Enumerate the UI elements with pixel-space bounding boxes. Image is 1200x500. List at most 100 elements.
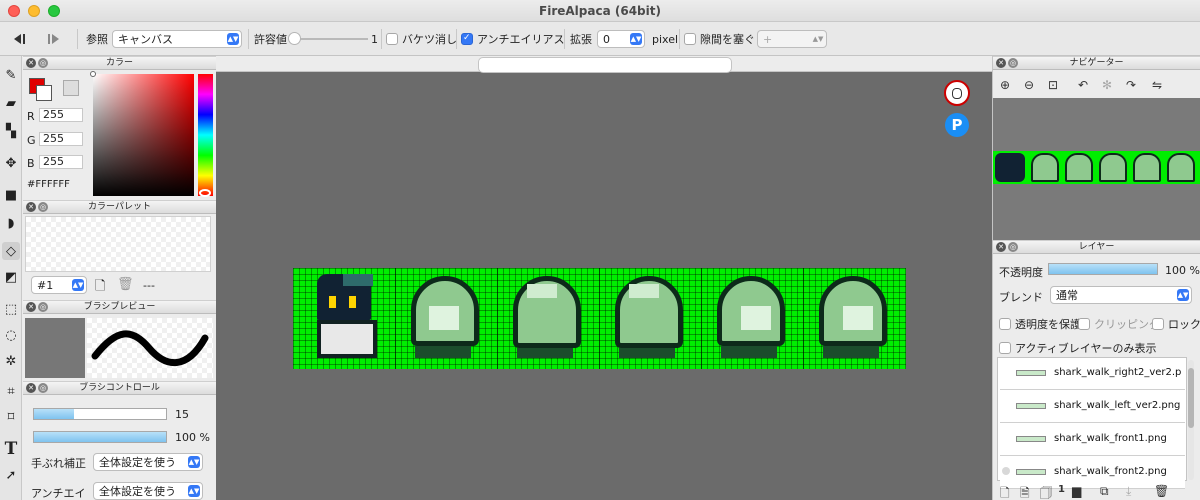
tolerance-slider-knob[interactable] bbox=[288, 32, 301, 45]
pixiv-icon[interactable]: P bbox=[945, 113, 969, 137]
antialias-toggle[interactable]: アンチエイリアス bbox=[461, 22, 565, 56]
rectangle-tool-icon[interactable]: ■ bbox=[2, 186, 20, 204]
navigator-preview[interactable] bbox=[993, 98, 1200, 240]
add-icon[interactable]: 1 bbox=[1058, 484, 1065, 495]
zoom-out-icon[interactable]: ⊖ bbox=[1024, 78, 1034, 92]
lock-checkbox[interactable] bbox=[1152, 318, 1164, 330]
g-input[interactable]: 255 bbox=[39, 132, 83, 146]
bucket-erase-checkbox[interactable] bbox=[386, 33, 398, 45]
dot-tool-icon[interactable]: ▚ bbox=[2, 122, 20, 140]
text-tool-icon[interactable]: T bbox=[2, 439, 20, 459]
layer-opacity-slider[interactable] bbox=[1048, 263, 1158, 275]
flip-horizontal-icon[interactable]: ⇋ bbox=[1152, 78, 1162, 92]
sprite-sheet[interactable] bbox=[293, 268, 906, 369]
rotate-right-icon[interactable]: ↷ bbox=[1126, 78, 1136, 92]
bucket-tool-icon[interactable]: ◇ bbox=[2, 242, 20, 260]
detach-icon[interactable]: ◎ bbox=[1008, 58, 1018, 68]
select-pen-tool-icon[interactable]: ⌗ bbox=[2, 382, 20, 400]
bucket-erase-toggle[interactable]: バケツ消し bbox=[386, 22, 457, 56]
magic-wand-tool-icon[interactable]: ✲ bbox=[2, 352, 20, 370]
reset-rotation-icon[interactable]: ✻ bbox=[1102, 78, 1112, 92]
trash-icon[interactable]: 🗑 bbox=[1154, 484, 1169, 498]
lasso-tool-icon[interactable]: ◌ bbox=[2, 326, 20, 344]
r-input[interactable]: 255 bbox=[39, 108, 83, 122]
sprite-frame-5 bbox=[711, 276, 791, 362]
lock-toggle[interactable]: ロック bbox=[1152, 316, 1200, 332]
brush-tool-icon[interactable]: ✎ bbox=[2, 66, 20, 84]
blend-select[interactable]: 通常 ▲▼ bbox=[1050, 286, 1192, 304]
folder-icon[interactable]: ▆ bbox=[1072, 484, 1081, 498]
brush-size-slider[interactable] bbox=[33, 408, 167, 420]
fit-view-icon[interactable]: ⊡ bbox=[1048, 78, 1058, 92]
nav-frame-3 bbox=[1065, 153, 1093, 182]
hue-slider[interactable] bbox=[198, 74, 213, 197]
active-layer-only-checkbox[interactable] bbox=[999, 342, 1011, 354]
antialias-checkbox[interactable] bbox=[461, 33, 473, 45]
layer-row[interactable]: shark_walk_front1.png bbox=[1000, 424, 1185, 456]
b-input[interactable]: 255 bbox=[39, 155, 83, 169]
visibility-dot-icon[interactable] bbox=[1002, 467, 1010, 475]
brush-opacity-slider[interactable] bbox=[33, 431, 167, 443]
close-icon[interactable]: ✕ bbox=[996, 242, 1006, 252]
duplicate-layer-icon[interactable]: ⧉ bbox=[1100, 484, 1109, 499]
close-icon[interactable]: ✕ bbox=[996, 58, 1006, 68]
new-1bit-layer-icon[interactable]: 🗍 bbox=[1040, 484, 1052, 500]
canvas-area[interactable]: P bbox=[216, 56, 992, 500]
detach-icon[interactable]: ◎ bbox=[1008, 242, 1018, 252]
operation-tool-icon[interactable]: ➚ bbox=[2, 466, 20, 484]
merge-down-icon[interactable]: ⤓ bbox=[1126, 484, 1131, 499]
blend-label: ブレンド bbox=[999, 291, 1043, 304]
layer-scrollbar-thumb[interactable] bbox=[1188, 368, 1194, 428]
background-color-swatch[interactable] bbox=[36, 85, 52, 101]
close-icon[interactable]: ✕ bbox=[26, 58, 36, 68]
detach-icon[interactable]: ◎ bbox=[38, 202, 48, 212]
trash-icon[interactable]: 🗑 bbox=[117, 277, 134, 292]
close-gap-checkbox[interactable] bbox=[684, 33, 696, 45]
palette-select[interactable]: #1 ▲▼ bbox=[31, 276, 87, 294]
picker-cursor[interactable] bbox=[90, 71, 96, 77]
transparent-swatch[interactable] bbox=[63, 80, 79, 96]
zoom-in-icon[interactable]: ⊕ bbox=[1000, 78, 1010, 92]
detach-icon[interactable]: ◎ bbox=[38, 383, 48, 393]
active-layer-only-toggle[interactable]: アクティブレイヤーのみ表示 bbox=[999, 340, 1156, 356]
new-8bit-layer-icon[interactable]: 🗎 bbox=[1020, 484, 1030, 500]
reference-select[interactable]: キャンバス ▲▼ bbox=[112, 30, 242, 48]
close-icon[interactable]: ✕ bbox=[26, 302, 36, 312]
close-gap-select[interactable]: + ▲▼ bbox=[757, 30, 827, 48]
close-icon[interactable]: ✕ bbox=[26, 202, 36, 212]
brush-opacity-value: 100 % bbox=[175, 431, 210, 444]
protect-alpha-checkbox[interactable] bbox=[999, 318, 1011, 330]
saturation-value-picker[interactable] bbox=[90, 71, 194, 196]
select-eraser-tool-icon[interactable]: ⌑ bbox=[2, 408, 20, 426]
tolerance-slider[interactable] bbox=[288, 32, 368, 45]
layer-row[interactable]: shark_walk_left_ver2.png bbox=[1000, 391, 1185, 423]
gradient-tool-icon[interactable]: ◩ bbox=[2, 268, 20, 286]
hue-slider-knob[interactable] bbox=[199, 189, 211, 197]
protect-alpha-toggle[interactable]: 透明度を保護 bbox=[999, 316, 1081, 332]
gamepad-tool-icon[interactable]: ◗ bbox=[2, 214, 20, 232]
canvas-document-tab[interactable] bbox=[478, 57, 732, 73]
brush-antialias-select[interactable]: 全体設定を使う ▲▼ bbox=[93, 482, 203, 500]
close-icon[interactable]: ✕ bbox=[26, 383, 36, 393]
new-layer-icon[interactable]: 🗋 bbox=[1000, 484, 1010, 500]
detach-icon[interactable]: ◎ bbox=[38, 302, 48, 312]
redo-button[interactable] bbox=[48, 22, 62, 56]
palette-swatch-grid[interactable] bbox=[25, 216, 211, 272]
undo-button[interactable] bbox=[14, 22, 28, 56]
detach-icon[interactable]: ◎ bbox=[38, 58, 48, 68]
rotate-left-icon[interactable]: ↶ bbox=[1078, 78, 1088, 92]
stabilizer-select[interactable]: 全体設定を使う ▲▼ bbox=[93, 453, 203, 471]
frame-divider bbox=[701, 268, 702, 369]
close-gap-toggle[interactable]: 隙間を塞ぐ bbox=[684, 22, 755, 56]
protect-alpha-label: 透明度を保護 bbox=[1015, 318, 1081, 331]
expand-stepper[interactable]: 0 ▲▼ bbox=[597, 30, 645, 48]
layer-scrollbar[interactable] bbox=[1188, 360, 1194, 480]
clipping-checkbox[interactable] bbox=[1078, 318, 1090, 330]
alpaca-avatar-icon[interactable] bbox=[944, 80, 970, 106]
layer-row[interactable]: shark_walk_right2_ver2.p bbox=[1000, 358, 1185, 390]
move-tool-icon[interactable]: ✥ bbox=[2, 154, 20, 172]
new-palette-icon[interactable]: 🗋 bbox=[95, 277, 105, 299]
clipping-toggle[interactable]: クリッピング bbox=[1078, 316, 1160, 332]
eraser-tool-icon[interactable]: ▰ bbox=[2, 94, 20, 112]
select-rect-tool-icon[interactable]: ⬚ bbox=[2, 300, 20, 318]
